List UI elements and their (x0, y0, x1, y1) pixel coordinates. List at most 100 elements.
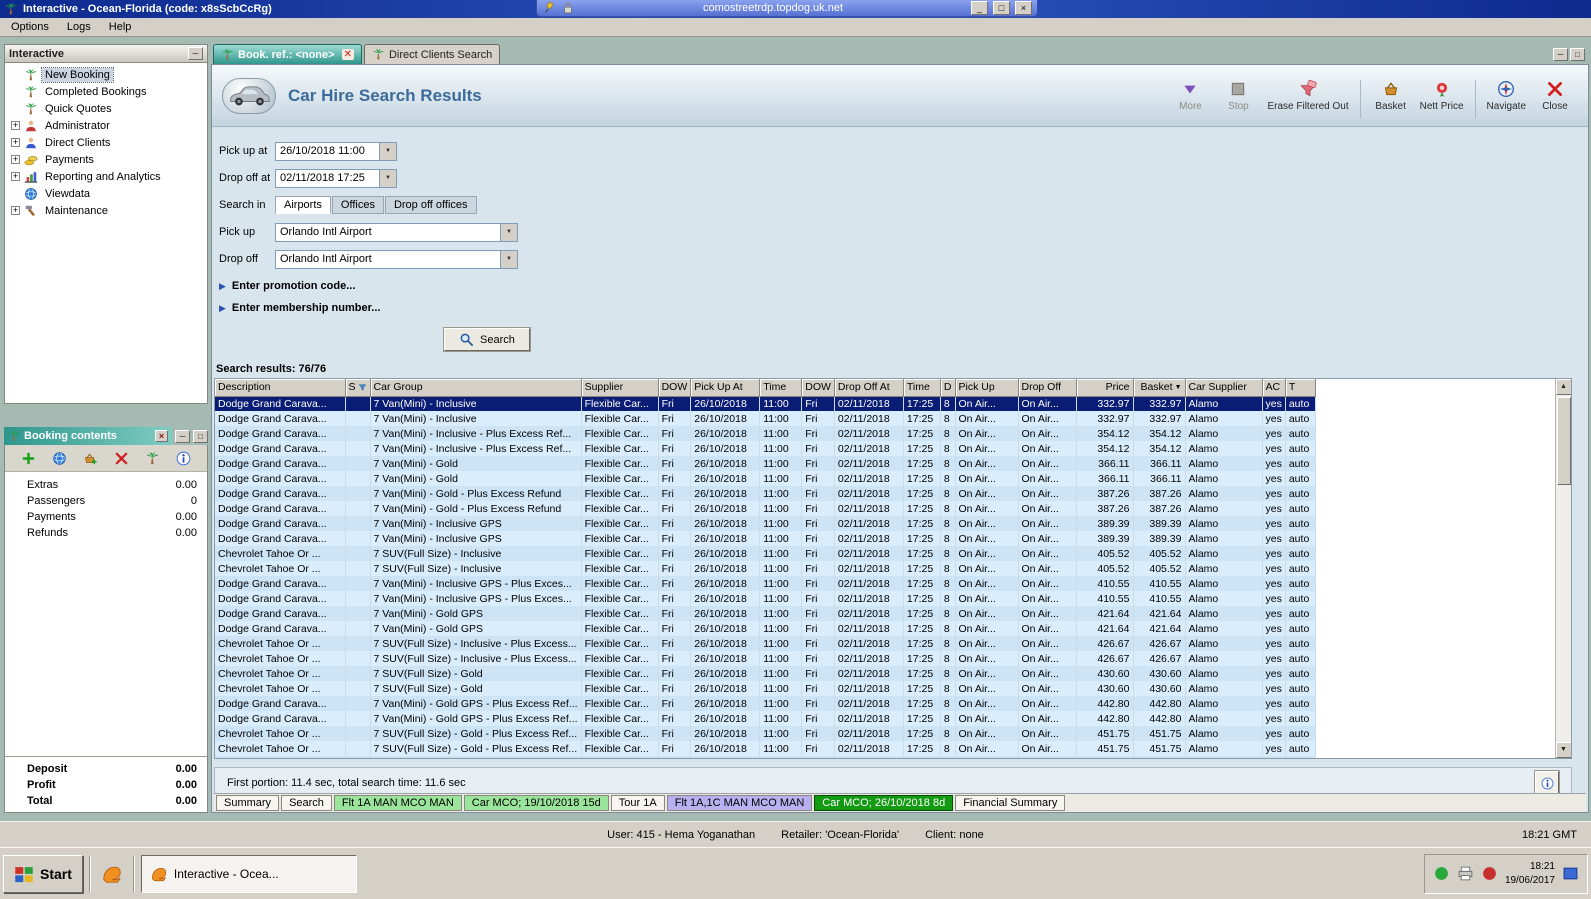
table-row[interactable]: Dodge Grand Carava... 7 Van(Mini) - Inclu… (215, 441, 1316, 456)
sidebar-item-maintenance[interactable]: + Maintenance (5, 202, 207, 219)
table-row[interactable]: Dodge Grand Carava... 7 Van(Mini) - Inclu… (215, 531, 1316, 546)
table-row[interactable]: Chevrolet Tahoe Or ... 7 SUV(Full Size) -… (215, 561, 1316, 576)
minimize-panel-button[interactable]: ─ (175, 429, 190, 443)
menu-help[interactable]: Help (100, 19, 141, 35)
close-button[interactable]: × (1015, 1, 1032, 15)
search-in-offices[interactable]: Offices (331, 196, 384, 214)
column-header-ac[interactable]: AC (1262, 379, 1286, 397)
dropdown-arrow-icon[interactable]: ▼ (379, 169, 396, 187)
table-row[interactable]: Chevrolet Tahoe Or ... 7 SUV(Full Size) -… (215, 651, 1316, 666)
nett-price-button[interactable]: Nett Price (1416, 80, 1468, 112)
basket-button[interactable]: Basket (1368, 80, 1414, 112)
table-row[interactable]: Chevrolet Tahoe Or ... 7 SUV(Full Size) -… (215, 546, 1316, 561)
expand-icon[interactable]: + (11, 121, 20, 130)
printer-icon[interactable] (1457, 865, 1474, 882)
messenger-icon[interactable] (1433, 865, 1450, 882)
column-header-car-supplier[interactable]: Car Supplier (1185, 379, 1263, 397)
table-row[interactable]: Dodge Grand Carava... 7 Van(Mini) - Gold … (215, 711, 1316, 726)
more-button[interactable]: More (1167, 80, 1213, 112)
info-button[interactable] (1535, 771, 1559, 795)
table-row[interactable]: Dodge Grand Carava... 7 Van(Mini) - Inclu… (215, 426, 1316, 441)
table-scrollbar[interactable]: ▲ ▼ (1555, 379, 1571, 758)
table-row[interactable]: Dodge Grand Carava... 7 Van(Mini) - Gold … (215, 606, 1316, 621)
table-row[interactable]: Dodge Grand Carava... 7 Van(Mini) - Gold F… (215, 456, 1316, 471)
column-header-supplier[interactable]: Supplier (581, 379, 659, 397)
dropdown-arrow-icon[interactable]: ▼ (500, 223, 517, 241)
column-header-time[interactable]: Time (903, 379, 941, 397)
column-header-s[interactable]: S (345, 379, 371, 397)
column-header-pick-up-at[interactable]: Pick Up At (690, 379, 761, 397)
search-in-airports[interactable]: Airports (275, 196, 331, 214)
table-row[interactable]: Dodge Grand Carava... 7 Van(Mini) - Inclu… (215, 396, 1316, 411)
navigate-button[interactable]: Navigate (1483, 80, 1530, 112)
bottom-tab-flt-1a-1c-man-mco-man[interactable]: Flt 1A,1C MAN MCO MAN (666, 795, 813, 811)
expand-icon[interactable]: + (11, 206, 20, 215)
internet-button[interactable] (50, 448, 70, 468)
restore-button[interactable]: □ (993, 1, 1010, 15)
dropoff-at-select[interactable]: 02/11/2018 17:25 ▼ (275, 168, 397, 188)
column-header-drop-off[interactable]: Drop Off (1018, 379, 1077, 397)
column-header-description[interactable]: Description (215, 379, 346, 397)
erase-filtered-out-button[interactable]: Erase Filtered Out (1263, 80, 1352, 112)
table-row[interactable]: Chevrolet Tahoe Or ... 7 SUV(Full Size) -… (215, 636, 1316, 651)
pin-icon[interactable] (542, 1, 556, 15)
column-header-drop-off-at[interactable]: Drop Off At (834, 379, 904, 397)
dropdown-arrow-icon[interactable]: ▼ (500, 250, 517, 268)
sidebar-item-viewdata[interactable]: Viewdata (5, 185, 207, 202)
sidebar-item-reporting-and-analytics[interactable]: + Reporting and Analytics (5, 168, 207, 185)
start-button[interactable]: Start (3, 854, 83, 893)
sidebar-item-new-booking[interactable]: New Booking (5, 66, 207, 83)
add-to-basket-button[interactable] (81, 448, 101, 468)
restore-document-button[interactable]: □ (1570, 48, 1585, 61)
column-header-time[interactable]: Time (759, 379, 803, 397)
maximize-panel-button[interactable]: □ (193, 429, 208, 443)
scroll-down-icon[interactable]: ▼ (1555, 742, 1571, 758)
stop-button[interactable]: Stop (1215, 80, 1261, 112)
bottom-tab-flt-1a-man-mco-man[interactable]: Flt 1A MAN MCO MAN (333, 795, 462, 811)
expand-icon[interactable]: + (11, 138, 20, 147)
column-header-basket[interactable]: Basket ▼ (1133, 379, 1186, 397)
sidebar-item-direct-clients[interactable]: + Direct Clients (5, 134, 207, 151)
bottom-tab-search[interactable]: Search (281, 795, 332, 811)
collapse-panel-button[interactable]: ─ (188, 47, 203, 60)
column-header-price[interactable]: Price (1076, 379, 1134, 397)
promotion-code-expander[interactable]: ▶ Enter promotion code... (219, 276, 1588, 296)
search-in-drop-off-offices[interactable]: Drop off offices (384, 196, 477, 214)
close-button[interactable]: Close (1532, 80, 1578, 112)
bottom-tab-summary[interactable]: Summary (216, 795, 280, 811)
sidebar-item-administrator[interactable]: + Administrator (5, 117, 207, 134)
table-row[interactable]: Dodge Grand Carava... 7 Van(Mini) - Gold … (215, 501, 1316, 516)
table-row[interactable]: Chevrolet Tahoe Or ... 7 SUV(Full Size) -… (215, 741, 1316, 756)
show-desktop-icon[interactable] (1562, 865, 1579, 882)
pickup-airport-select[interactable]: Orlando Intl Airport ▼ (275, 222, 518, 242)
pickup-at-select[interactable]: 26/10/2018 11:00 ▼ (275, 141, 397, 161)
taskbar-task-button[interactable]: Interactive - Ocea... (140, 854, 357, 893)
table-row[interactable]: Dodge Grand Carava... 7 Van(Mini) - Inclu… (215, 576, 1316, 591)
scroll-up-icon[interactable]: ▲ (1555, 379, 1571, 395)
sidebar-item-quick-quotes[interactable]: Quick Quotes (5, 100, 207, 117)
scrollbar-thumb[interactable] (1556, 397, 1571, 485)
column-header-dow[interactable]: DOW (801, 379, 835, 397)
bottom-tab-car-mco-19-10-2018-15d[interactable]: Car MCO; 19/10/2018 15d (463, 795, 609, 811)
tab-book-ref-none[interactable]: Book. ref.: <none> ✕ (213, 44, 362, 64)
table-row[interactable]: Chevrolet Tahoe Or ... 7 SUV(Full Size) -… (215, 756, 1316, 758)
sidebar-item-payments[interactable]: + Payments (5, 151, 207, 168)
minimize-button[interactable]: _ (971, 1, 988, 15)
column-header-pick-up[interactable]: Pick Up (955, 379, 1019, 397)
sidebar-item-completed-bookings[interactable]: Completed Bookings (5, 83, 207, 100)
table-row[interactable]: Dodge Grand Carava... 7 Van(Mini) - Gold … (215, 621, 1316, 636)
add-button[interactable] (19, 448, 39, 468)
expand-icon[interactable]: + (11, 155, 20, 164)
search-button[interactable]: Search (444, 328, 530, 351)
new-booking-button[interactable] (143, 448, 163, 468)
column-header-t[interactable]: T (1285, 379, 1316, 397)
expand-icon[interactable]: + (11, 172, 20, 181)
close-panel-icon[interactable]: × (155, 430, 168, 442)
column-header-car-group[interactable]: Car Group (370, 379, 582, 397)
bottom-tab-tour-1a[interactable]: Tour 1A (610, 795, 665, 811)
table-row[interactable]: Dodge Grand Carava... 7 Van(Mini) - Gold … (215, 486, 1316, 501)
close-tab-icon[interactable]: ✕ (341, 49, 354, 60)
table-row[interactable]: Chevrolet Tahoe Or ... 7 SUV(Full Size) -… (215, 681, 1316, 696)
membership-number-expander[interactable]: ▶ Enter membership number... (219, 298, 1588, 318)
info-button[interactable] (174, 448, 194, 468)
